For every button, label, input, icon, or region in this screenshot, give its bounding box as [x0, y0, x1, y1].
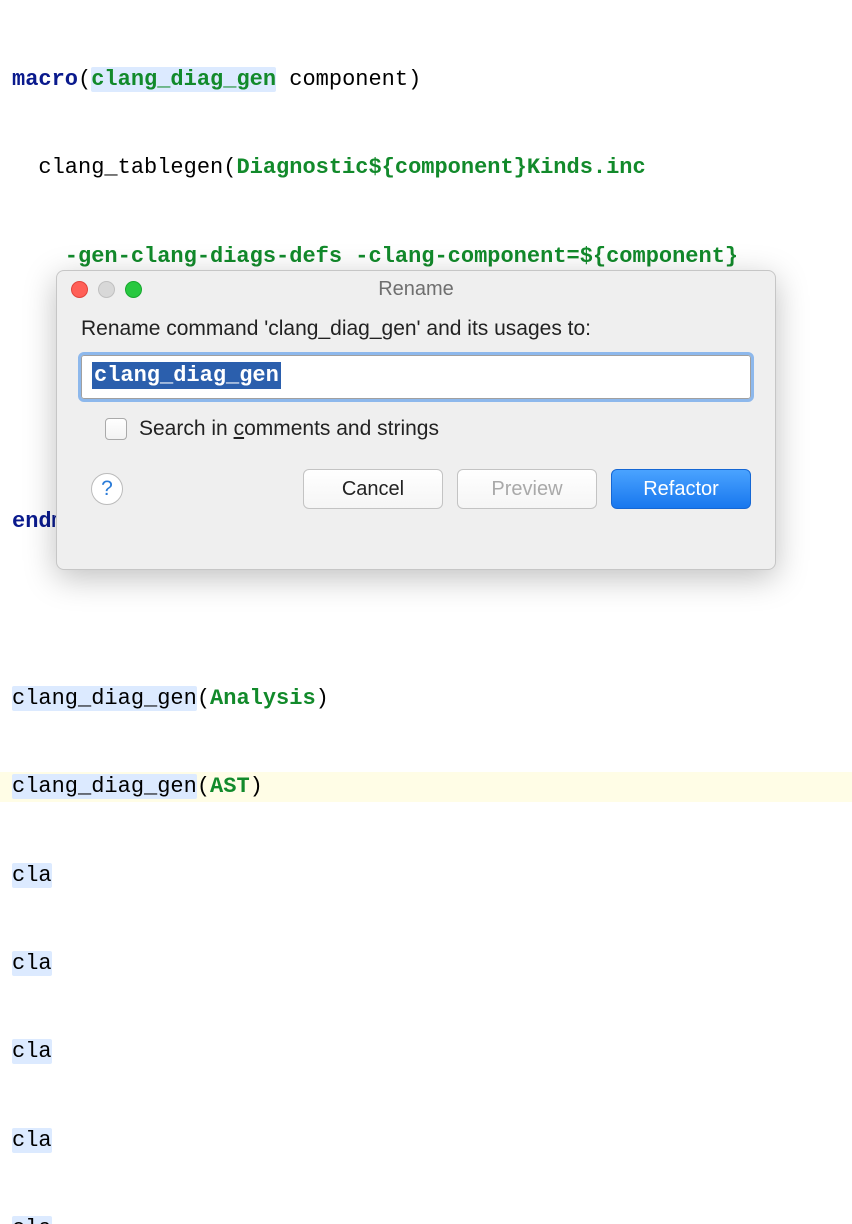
zoom-icon[interactable] — [125, 281, 142, 298]
cancel-button[interactable]: Cancel — [303, 469, 443, 509]
rename-dialog: Rename Rename command 'clang_diag_gen' a… — [56, 270, 776, 570]
close-icon[interactable] — [71, 281, 88, 298]
checkbox-label: Search in comments and strings — [139, 417, 439, 441]
minimize-icon — [98, 281, 115, 298]
dialog-titlebar[interactable]: Rename — [57, 271, 775, 307]
help-button[interactable]: ? — [91, 473, 123, 505]
rename-input[interactable] — [81, 355, 751, 399]
keyword-macro: macro — [12, 67, 78, 92]
dialog-title: Rename — [378, 278, 454, 300]
preview-button[interactable]: Preview — [457, 469, 597, 509]
dialog-prompt: Rename command 'clang_diag_gen' and its … — [81, 317, 751, 341]
search-comments-checkbox[interactable] — [105, 418, 127, 440]
code-editor[interactable]: macro(clang_diag_gen component) clang_ta… — [0, 0, 852, 1224]
refactor-button[interactable]: Refactor — [611, 469, 751, 509]
identifier: clang_diag_gen — [91, 67, 276, 92]
